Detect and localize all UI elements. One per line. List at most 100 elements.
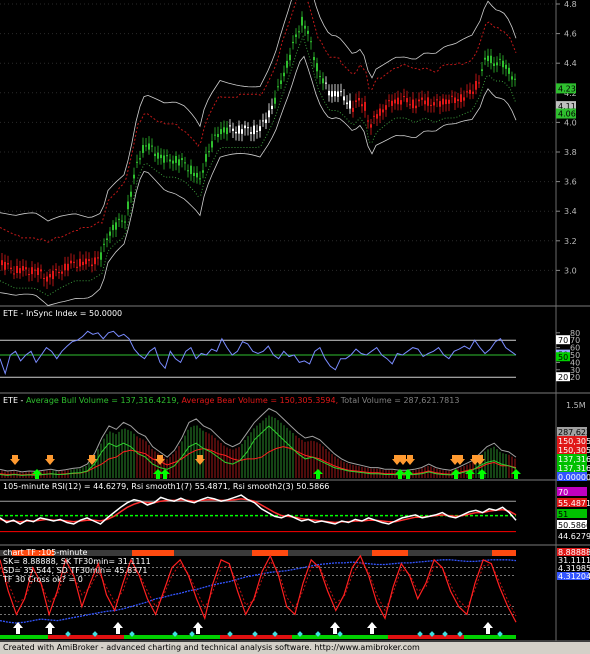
price-badge-label: 4.06 [558, 110, 576, 119]
tf-bottom-strip-cell [360, 635, 364, 639]
price-candle-body [304, 25, 306, 29]
insync-line [0, 330, 517, 376]
price-candle-body [259, 126, 261, 132]
price-candle-body [184, 162, 186, 164]
tf-status-cell [288, 550, 294, 556]
price-candle-body [283, 72, 285, 77]
price-candle-body [379, 108, 381, 116]
tf-bottom-strip-cell [120, 635, 124, 639]
price-candle-body [16, 265, 18, 274]
price-candle-body [214, 134, 216, 136]
tf-bottom-strip-cell [284, 635, 288, 639]
price-tick-label: 4.0 [564, 118, 577, 127]
tf-bottom-strip-cell [168, 635, 172, 639]
rsi-badge-label: 44.6279 [558, 532, 590, 541]
tf-status-cell [306, 550, 312, 556]
tf-title-line2: SK= 8.88888, SK TF30min= 31.1111 [3, 557, 151, 566]
price-candle-body [238, 125, 240, 134]
tf-bottom-strip-cell [344, 635, 348, 639]
price-candle-body [292, 41, 294, 44]
price-tick-label: 3.0 [564, 266, 577, 275]
price-candle-body [403, 96, 405, 98]
price-candle-body [448, 99, 450, 104]
tf-bottom-strip-cell [480, 635, 484, 639]
tf-bottom-strip-cell [56, 635, 60, 639]
tf-status-cell [354, 550, 360, 556]
tf-status-cell [270, 550, 276, 556]
price-candle-body [394, 99, 396, 104]
price-candle-body [106, 238, 108, 240]
price-candle-body [43, 278, 45, 280]
price-candle-body [277, 86, 279, 88]
tf-status-cell [162, 550, 168, 556]
price-candle-body [196, 172, 198, 178]
tf-status-cell [390, 550, 396, 556]
tf-bottom-strip-cell [356, 635, 360, 639]
tf-bottom-strip-cell [260, 635, 264, 639]
price-candle-body [301, 16, 303, 26]
volume-badge-label: 150,305 [558, 437, 590, 446]
tf-bottom-strip-cell [468, 635, 472, 639]
price-candle-body [163, 155, 165, 163]
price-channel-upper [0, 0, 517, 222]
price-candle-body [280, 80, 282, 85]
tf-bottom-strip-cell [124, 635, 128, 639]
rsi-badge-label: 70 [558, 488, 568, 497]
tf-bottom-strip-cell [136, 635, 140, 639]
price-candle-body [190, 165, 192, 175]
price-candle-body [265, 119, 267, 124]
insync-badge-label: 50 [558, 353, 568, 362]
tf-bottom-strip-cell [148, 635, 152, 639]
price-candle-body [124, 221, 126, 223]
tf-bottom-strip-cell [116, 635, 120, 639]
tf-bottom-strip-cell [184, 635, 188, 639]
price-candle-body [76, 266, 78, 268]
price-candle-body [466, 91, 468, 93]
price-candle-body [160, 154, 162, 159]
price-candle-body [502, 60, 504, 68]
tf-bottom-strip-cell [176, 635, 180, 639]
tf-bottom-strip-cell [24, 635, 28, 639]
price-tick-label: 4.6 [564, 30, 577, 39]
tf-bottom-strip-cell [312, 635, 316, 639]
price-candle-body [37, 267, 39, 275]
price-candle-body [460, 94, 462, 102]
tf-bottom-strip-cell [352, 635, 356, 639]
tf-bottom-strip-cell [220, 635, 224, 639]
price-candle-body [118, 218, 120, 220]
tf-bottom-strip-cell [164, 635, 168, 639]
tf-bottom-strip-cell [400, 635, 404, 639]
price-candle-body [73, 261, 75, 263]
volume-badge-label: 137,316 [558, 464, 590, 473]
price-candle-body [208, 151, 210, 153]
tf-bottom-strip-cell [144, 635, 148, 639]
price-candle-body [67, 263, 69, 271]
tf-bottom-strip-cell [332, 635, 336, 639]
price-candle-body [514, 78, 516, 80]
tf-bottom-strip-cell [72, 635, 76, 639]
insync-badge-label: 20 [558, 373, 568, 382]
tf-title: chart TF :105-minute SK= 8.88888, SK TF3… [3, 548, 151, 584]
tf-status-cell [450, 550, 456, 556]
rsi-title-text: 105-minute RSI(12) = 44.6279, Rsi smooth… [3, 482, 330, 491]
price-candle-body [439, 101, 441, 107]
tf-status-cell [462, 550, 468, 556]
tf-status-cell [324, 550, 330, 556]
tf-status-cell [150, 550, 156, 556]
tf-bottom-strip-cell [244, 635, 248, 639]
tf-status-cell [504, 550, 510, 556]
tf-bottom-strip-cell [488, 635, 492, 639]
tf-bottom-strip-cell [364, 635, 368, 639]
tf-status-cell [318, 550, 324, 556]
price-candle-body [400, 100, 402, 105]
price-candle-body [490, 55, 492, 64]
tf-bottom-strip-cell [472, 635, 476, 639]
chart-canvas[interactable]: 3.03.23.43.63.84.04.24.44.64.84.234.114.… [0, 0, 590, 642]
tf-bottom-strip-cell [140, 635, 144, 639]
price-candle-body [220, 129, 222, 135]
tf-status-cell [498, 550, 504, 556]
price-candle-body [436, 99, 438, 101]
rsi-badge-label: 51 [558, 510, 568, 519]
tf-bottom-strip-cell [84, 635, 88, 639]
price-candle-body [391, 100, 393, 106]
